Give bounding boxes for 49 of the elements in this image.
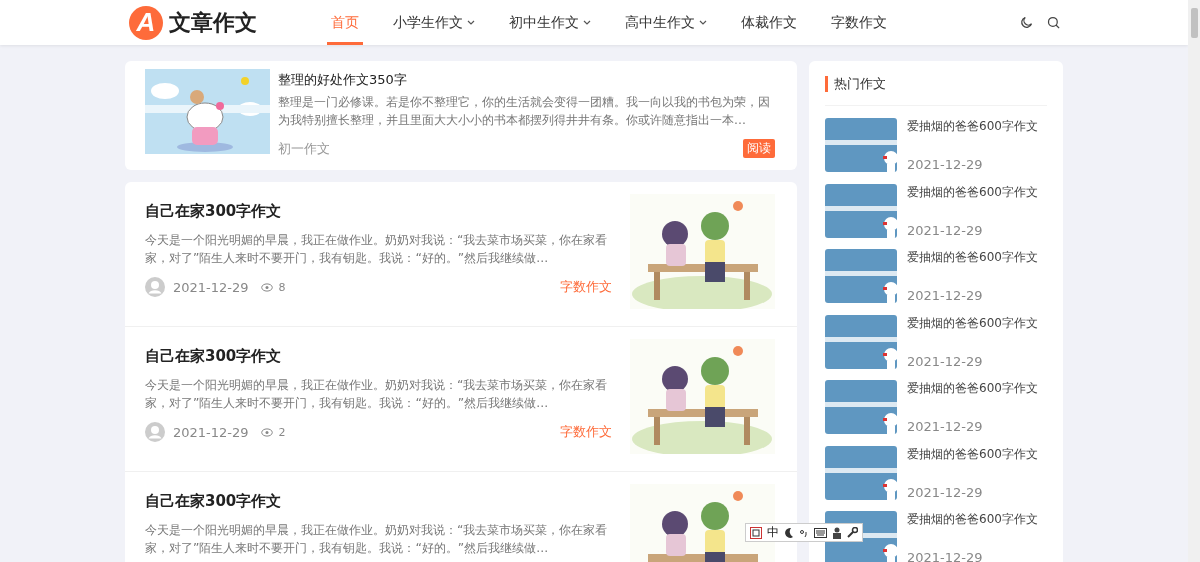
hot-article-title[interactable]: 爱抽烟的爸爸600字作文 xyxy=(907,314,1038,332)
hot-article-date: 2021-12-29 xyxy=(907,288,984,303)
hot-article-title[interactable]: 爱抽烟的爸爸600字作文 xyxy=(907,118,1038,135)
accent-bar xyxy=(825,76,828,92)
moon-icon[interactable] xyxy=(784,526,794,539)
eye-icon xyxy=(260,282,273,292)
hot-article-date: 2021-12-29 xyxy=(907,353,984,369)
wrench-icon[interactable] xyxy=(847,527,858,538)
hot-article-date: 2021-12-29 xyxy=(907,222,984,238)
sidebar-title: 热门作文 xyxy=(834,75,886,93)
person-icon[interactable] xyxy=(832,526,842,539)
logo-text: 文章作文 xyxy=(169,8,257,37)
nav-item[interactable]: 字数作文 xyxy=(827,0,891,45)
scrollbar-thumb[interactable] xyxy=(1190,8,1198,38)
featured-excerpt: 整理是一门必修课。若是你不整理它，你的生活就会变得一团糟。我一向以我的书包为荣，因为我特别擅长整理，并且里面大大小小的书本都摆列得井井有条。你或许随意指出一本... xyxy=(278,93,771,129)
hot-article-date: 2021-12-29 xyxy=(907,419,984,434)
view-count: 2 xyxy=(278,425,286,439)
keyboard-icon[interactable] xyxy=(814,527,827,538)
featured-title[interactable]: 整理的好处作文350字 xyxy=(278,71,775,89)
hot-article-title[interactable]: 爱抽烟的爸爸600字作文 xyxy=(907,249,1038,266)
article-date: 2021-12-29 xyxy=(173,279,249,295)
scrollbar[interactable] xyxy=(1188,0,1200,562)
nav-item[interactable]: 体裁作文 xyxy=(737,0,801,45)
nav-item[interactable]: 小学生作文 xyxy=(389,0,479,45)
ime-mode[interactable]: 中 xyxy=(767,524,779,541)
nav-item[interactable]: 初中生作文 xyxy=(505,0,595,45)
article-excerpt: 今天是一个阳光明媚的早晨，我正在做作业。奶奶对我说：“我去菜市场买菜，你在家看家，对了”陌生人来时不要开门，我有钥匙。我说：“好的。”然后我继续做... xyxy=(145,376,609,412)
nav-item[interactable]: 高中生作文 xyxy=(621,0,711,45)
hot-article-title[interactable]: 爱抽烟的爸爸600字作文 xyxy=(907,511,1038,528)
article-title[interactable]: 自己在家300字作文 xyxy=(145,202,612,221)
avatar-icon xyxy=(145,422,165,442)
hot-article-date: 2021-12-29 xyxy=(907,484,984,500)
article-date: 2021-12-29 xyxy=(173,424,249,440)
search-icon[interactable] xyxy=(1046,15,1061,30)
hot-article-title[interactable]: 爱抽烟的爸爸600字作文 xyxy=(907,445,1038,463)
article-excerpt: 今天是一个阳光明媚的早晨，我正在做作业。奶奶对我说：“我去菜市场买菜，你在家看家，对了”陌生人来时不要开门，我有钥匙。我说：“好的。”然后我继续做... xyxy=(145,231,609,267)
hot-article-date: 2021-12-29 xyxy=(907,550,984,562)
logo-mark: A xyxy=(129,5,163,40)
ime-logo-icon[interactable] xyxy=(750,526,762,539)
hot-article-title[interactable]: 爱抽烟的爸爸600字作文 xyxy=(907,183,1038,201)
avatar-icon xyxy=(145,277,165,297)
moon-icon[interactable] xyxy=(1019,15,1034,30)
article-title[interactable]: 自己在家300字作文 xyxy=(145,492,612,511)
hot-article-title[interactable]: 爱抽烟的爸爸600字作文 xyxy=(907,380,1038,397)
article-excerpt: 今天是一个阳光明媚的早晨，我正在做作业。奶奶对我说：“我去菜市场买菜，你在家看家，对了”陌生人来时不要开门，我有钥匙。我说：“好的。”然后我继续做... xyxy=(145,521,609,557)
article-title[interactable]: 自己在家300字作文 xyxy=(145,347,612,366)
hot-article-date: 2021-12-29 xyxy=(907,157,984,172)
view-count: 8 xyxy=(278,280,286,294)
eye-icon xyxy=(260,427,273,437)
